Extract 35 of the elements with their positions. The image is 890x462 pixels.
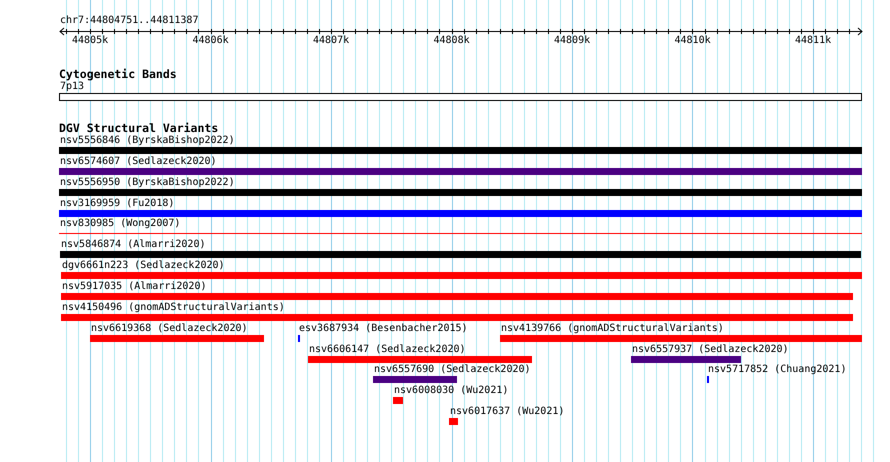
variant-label[interactable]: nsv6606147 (Sedlazeck2020) [309, 342, 466, 356]
variant-label[interactable]: nsv5717852 (Chuang2021) [708, 363, 846, 376]
variant-label[interactable]: nsv5917035 (Almarri2020) [62, 280, 206, 293]
tick-label: 44805k [72, 34, 108, 47]
variant-bar[interactable] [60, 251, 861, 258]
variant-label[interactable]: nsv6557690 (Sedlazeck2020) [374, 363, 531, 376]
location-label: chr7:44804751..44811387 [60, 14, 198, 27]
variant-label[interactable]: esv3687934 (Besenbacher2015) [299, 322, 468, 335]
track-title: DGV Structural Variants [59, 121, 218, 135]
variant-label[interactable]: nsv4150496 (gnomADStructuralVariants) [62, 300, 285, 314]
tick-label: 44811k [795, 34, 831, 47]
variant-bar[interactable] [59, 168, 862, 175]
variant-label[interactable]: nsv4139766 (gnomADStructuralVariants) [501, 322, 724, 335]
variant-label[interactable]: nsv830985 (Wong2007) [60, 217, 180, 230]
variant-bar[interactable] [373, 376, 457, 384]
tick-label: 44808k [434, 34, 470, 47]
tick-label: 44810k [674, 34, 710, 47]
band-label: 7p13 [60, 80, 84, 93]
variant-bar[interactable] [59, 188, 862, 196]
variant-label[interactable]: nsv5556950 (ByrskaBishop2022) [60, 176, 235, 189]
variant-bar[interactable] [59, 210, 862, 217]
variant-label[interactable]: dgv6661n223 (Sedlazeck2020) [62, 259, 225, 272]
variant-label[interactable]: nsv6557937 (Sedlazeck2020) [632, 342, 789, 356]
variant-label[interactable]: nsv5846874 (Almarri2020) [61, 238, 206, 252]
variant-label[interactable]: nsv3169959 (Fu2018) [60, 196, 174, 210]
variant-label[interactable]: nsv6017637 (Wu2021) [450, 405, 564, 418]
tick-label: 44806k [192, 34, 228, 47]
variant-label[interactable]: nsv5556846 (ByrskaBishop2022) [60, 134, 235, 147]
track-title: Cytogenetic Bands [59, 67, 177, 81]
variant-label[interactable]: nsv6574607 (Sedlazeck2020) [60, 154, 217, 168]
tick-label: 44807k [313, 34, 349, 47]
variant-label[interactable]: nsv6619368 (Sedlazeck2020) [91, 322, 248, 335]
variant-label[interactable]: nsv6008030 (Wu2021) [394, 384, 508, 398]
tick-label: 44809k [554, 34, 590, 47]
variant-bar[interactable] [631, 356, 741, 362]
